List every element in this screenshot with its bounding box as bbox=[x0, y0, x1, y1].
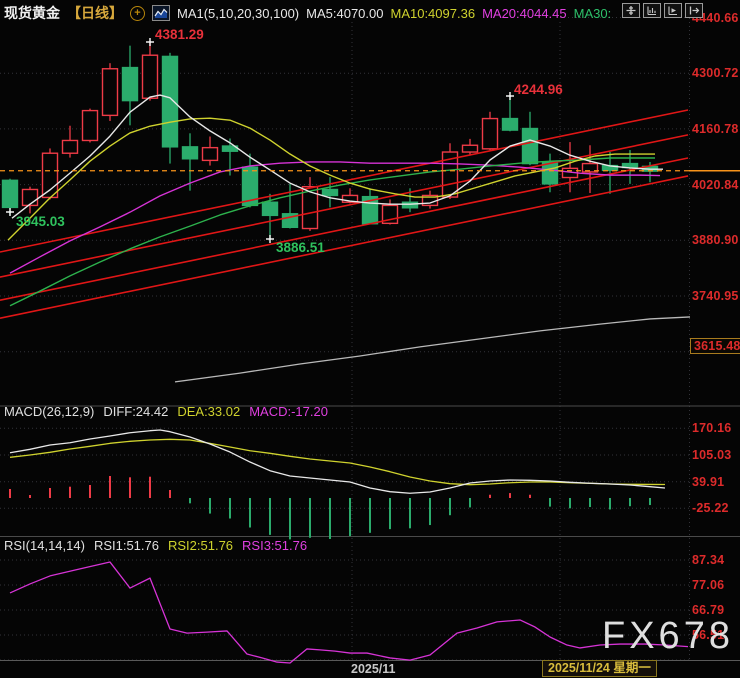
macd-diff-value: DIFF:24.42 bbox=[103, 404, 169, 419]
x-axis-date-label: 2025/11/24 星期一 bbox=[542, 660, 657, 677]
ma-settings-label[interactable]: MA1(5,10,20,30,100) bbox=[177, 6, 299, 21]
ma5-value: MA5:4070.00 bbox=[306, 5, 384, 21]
chart-type-icon[interactable] bbox=[152, 5, 170, 21]
rsi-legend: RSI(14,14,14) RSI1:51.76 RSI2:51.76 RSI3… bbox=[4, 538, 307, 553]
ma20-value: MA20:4044.45 bbox=[482, 5, 567, 21]
rsi3-value: RSI3:51.76 bbox=[242, 538, 308, 553]
period-selector[interactable]: 【日线】 bbox=[67, 3, 123, 23]
chart-header: 现货黄金 【日线】 + MA1(5,10,20,30,100) MA5:4070… bbox=[4, 3, 611, 23]
add-indicator-icon[interactable]: + bbox=[130, 5, 145, 21]
rsi2-value: RSI2:51.76 bbox=[167, 538, 234, 553]
move-icon[interactable] bbox=[622, 3, 640, 18]
watermark: FX678 bbox=[602, 615, 734, 657]
macd-dea-value: DEA:33.02 bbox=[177, 404, 241, 419]
pane-play-icon[interactable] bbox=[664, 3, 682, 18]
rsi1-value: RSI1:51.76 bbox=[93, 538, 159, 553]
rsi-name: RSI(14,14,14) bbox=[4, 538, 85, 553]
ma30-value: MA30: bbox=[573, 5, 612, 21]
macd-name: MACD(26,12,9) bbox=[4, 404, 95, 419]
symbol-name: 现货黄金 bbox=[4, 5, 60, 21]
window-toolbar bbox=[622, 3, 703, 18]
pane-exit-icon[interactable] bbox=[685, 3, 703, 18]
x-axis-month-label: 2025/11 bbox=[351, 662, 396, 676]
pane-chart-icon[interactable] bbox=[643, 3, 661, 18]
macd-legend: MACD(26,12,9) DIFF:24.42 DEA:33.02 MACD:… bbox=[4, 404, 328, 419]
macd-hist-value: MACD:-17.20 bbox=[249, 404, 328, 419]
ma10-value: MA10:4097.36 bbox=[390, 5, 476, 21]
gold-chart-app: 现货黄金 【日线】 + MA1(5,10,20,30,100) MA5:4070… bbox=[0, 0, 740, 678]
candlestick-chart[interactable] bbox=[0, 0, 740, 678]
